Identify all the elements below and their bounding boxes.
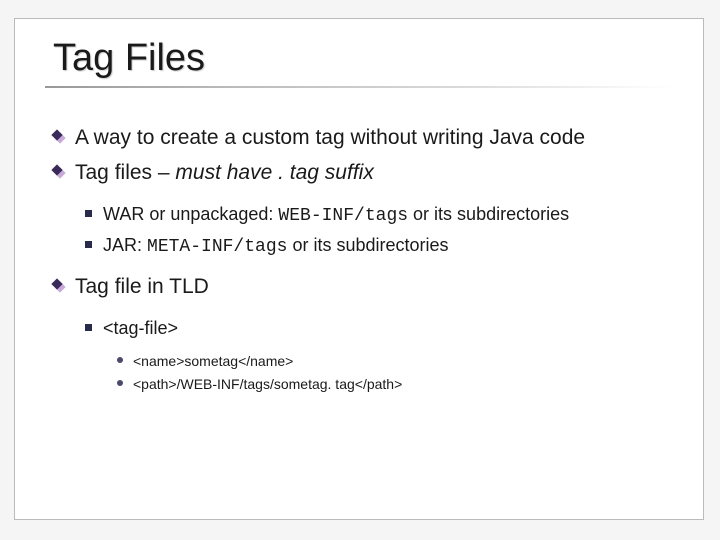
text-post: or its subdirectories — [287, 235, 448, 255]
bullet-text: Tag file in TLD — [75, 275, 209, 298]
dot-icon — [117, 357, 123, 363]
diamond-icon — [53, 131, 66, 144]
square-icon — [85, 241, 92, 248]
text: <tag-file> — [103, 318, 178, 338]
text: <path>/WEB-INF/tags/sometag. tag</path> — [133, 376, 402, 392]
sub-bullets-locations: WAR or unpackaged: WEB-INF/tags or its s… — [75, 195, 653, 274]
bullet-text: A way to create a custom tag without wri… — [75, 126, 585, 149]
text-code: META-INF/tags — [147, 237, 287, 257]
text-post: or its subdirectories — [408, 204, 569, 224]
text-pre: JAR: — [103, 235, 147, 255]
square-icon — [85, 324, 92, 331]
slide-title: Tag Files — [15, 19, 703, 84]
diamond-icon — [53, 280, 66, 293]
sub-bullet-jar: JAR: META-INF/tags or its subdirectories — [103, 234, 653, 259]
sub-sub-bullets: <name>sometag</name> <path>/WEB-INF/tags… — [103, 346, 653, 400]
dot-icon — [117, 380, 123, 386]
sub-bullet-tagfile-elem: <tag-file> — [103, 317, 653, 340]
bullet-text-pre: Tag files – — [75, 161, 175, 184]
sub-sub-bullet-name: <name>sometag</name> — [133, 352, 653, 370]
bullet-tld: Tag file in TLD — [75, 273, 653, 300]
slide-content: A way to create a custom tag without wri… — [15, 88, 703, 408]
text-pre: WAR or unpackaged: — [103, 204, 278, 224]
diamond-icon — [53, 166, 66, 179]
square-icon — [85, 210, 92, 217]
slide: Tag Files A way to create a custom tag w… — [14, 18, 704, 520]
bullet-custom-tag: A way to create a custom tag without wri… — [75, 124, 653, 151]
sub-sub-bullet-path: <path>/WEB-INF/tags/sometag. tag</path> — [133, 375, 653, 393]
sub-bullets-tld: <tag-file> <name>sometag</name> <path>/W… — [75, 309, 653, 409]
text-code: WEB-INF/tags — [278, 206, 408, 226]
bullet-tag-files: Tag files – must have . tag suffix — [75, 159, 653, 186]
bullet-text-emph: must have . tag suffix — [175, 161, 373, 184]
text: <name>sometag</name> — [133, 353, 293, 369]
sub-bullet-war: WAR or unpackaged: WEB-INF/tags or its s… — [103, 203, 653, 228]
